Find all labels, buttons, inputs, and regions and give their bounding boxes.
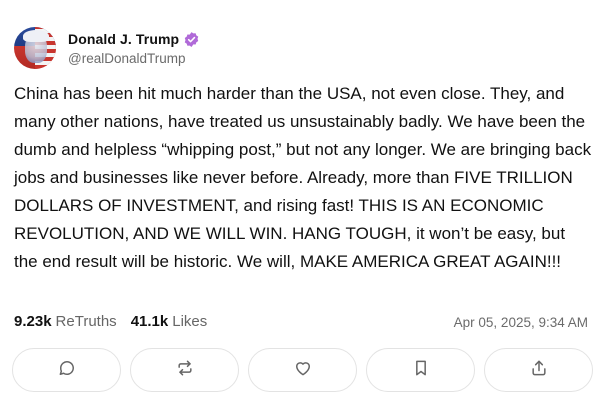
likes-count[interactable]: 41.1k — [131, 313, 169, 330]
post-timestamp[interactable]: Apr 05, 2025, 9:34 AM — [454, 315, 588, 330]
heart-icon — [293, 358, 313, 383]
share-button[interactable] — [484, 348, 593, 392]
like-button[interactable] — [248, 348, 357, 392]
author-info: Donald J. Trump @realDonaldTrump — [68, 31, 200, 66]
author-display-name[interactable]: Donald J. Trump — [68, 31, 179, 47]
verified-badge-icon — [183, 31, 200, 48]
repost-icon — [175, 358, 195, 383]
bookmark-icon — [411, 358, 431, 383]
retruths-label[interactable]: ReTruths — [56, 313, 117, 330]
share-icon — [529, 358, 549, 383]
retruths-count[interactable]: 9.23k — [14, 313, 52, 330]
retruth-button[interactable] — [130, 348, 239, 392]
post-body-text: China has been hit much harder than the … — [14, 84, 596, 271]
author-handle[interactable]: @realDonaldTrump — [68, 51, 200, 66]
post-header: Donald J. Trump @realDonaldTrump — [14, 26, 200, 70]
avatar[interactable] — [14, 27, 56, 69]
action-bar — [12, 348, 593, 392]
bookmark-button[interactable] — [366, 348, 475, 392]
likes-label[interactable]: Likes — [172, 313, 207, 330]
comment-icon — [57, 358, 77, 383]
author-name-row: Donald J. Trump — [68, 31, 200, 48]
post-stats: 9.23k ReTruths 41.1k Likes — [14, 313, 221, 330]
reply-button[interactable] — [12, 348, 121, 392]
avatar-hair — [23, 30, 49, 42]
